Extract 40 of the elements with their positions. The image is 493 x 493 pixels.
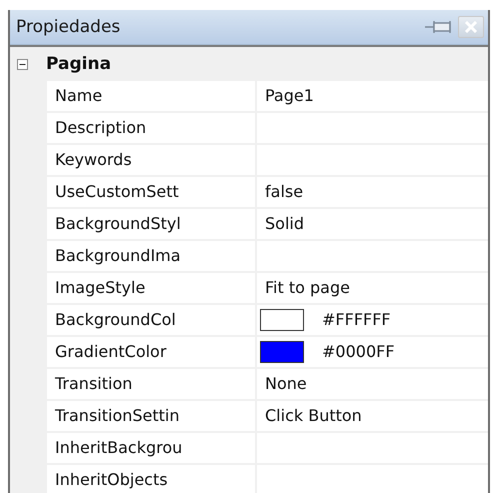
value-text: #0000FF: [322, 341, 395, 363]
property-name[interactable]: BackgroundIma: [47, 241, 257, 273]
close-button[interactable]: [458, 16, 484, 38]
property-name[interactable]: GradientColor: [47, 337, 257, 369]
property-value[interactable]: false: [257, 177, 488, 209]
value-text: Click Button: [265, 405, 362, 427]
value-text: Fit to page: [265, 277, 350, 299]
close-icon: [464, 21, 478, 33]
value-text: false: [265, 181, 304, 203]
value-text: None: [265, 373, 307, 395]
property-name[interactable]: BackgroundStyl: [47, 209, 257, 241]
panel-title: Propiedades: [16, 17, 122, 37]
property-name[interactable]: InheritObjects: [47, 465, 257, 493]
property-value[interactable]: [257, 433, 488, 465]
property-name[interactable]: TransitionSettin: [47, 401, 257, 433]
pin-icon[interactable]: [424, 18, 454, 36]
property-value[interactable]: #0000FF: [257, 337, 488, 369]
property-value[interactable]: [257, 145, 488, 177]
property-value[interactable]: Click Button: [257, 401, 488, 433]
property-value[interactable]: #FFFFFF: [257, 305, 488, 337]
property-value[interactable]: [257, 113, 488, 145]
property-name[interactable]: UseCustomSett: [47, 177, 257, 209]
property-name[interactable]: Description: [47, 113, 257, 145]
property-value[interactable]: [257, 465, 488, 493]
property-value[interactable]: Solid: [257, 209, 488, 241]
category-label: Pagina: [46, 54, 112, 74]
value-text: #FFFFFF: [322, 309, 391, 331]
property-name[interactable]: Name: [47, 81, 257, 113]
property-name[interactable]: InheritBackgrou: [47, 433, 257, 465]
property-value[interactable]: Fit to page: [257, 273, 488, 305]
property-value[interactable]: [257, 241, 488, 273]
property-name[interactable]: Transition: [47, 369, 257, 401]
value-text: Page1: [265, 85, 314, 107]
property-value[interactable]: Page1: [257, 81, 488, 113]
property-name[interactable]: BackgroundCol: [47, 305, 257, 337]
property-name[interactable]: ImageStyle: [47, 273, 257, 305]
collapse-icon[interactable]: [17, 58, 28, 70]
property-name[interactable]: Keywords: [47, 145, 257, 177]
property-value[interactable]: None: [257, 369, 488, 401]
value-text: Solid: [265, 213, 304, 235]
